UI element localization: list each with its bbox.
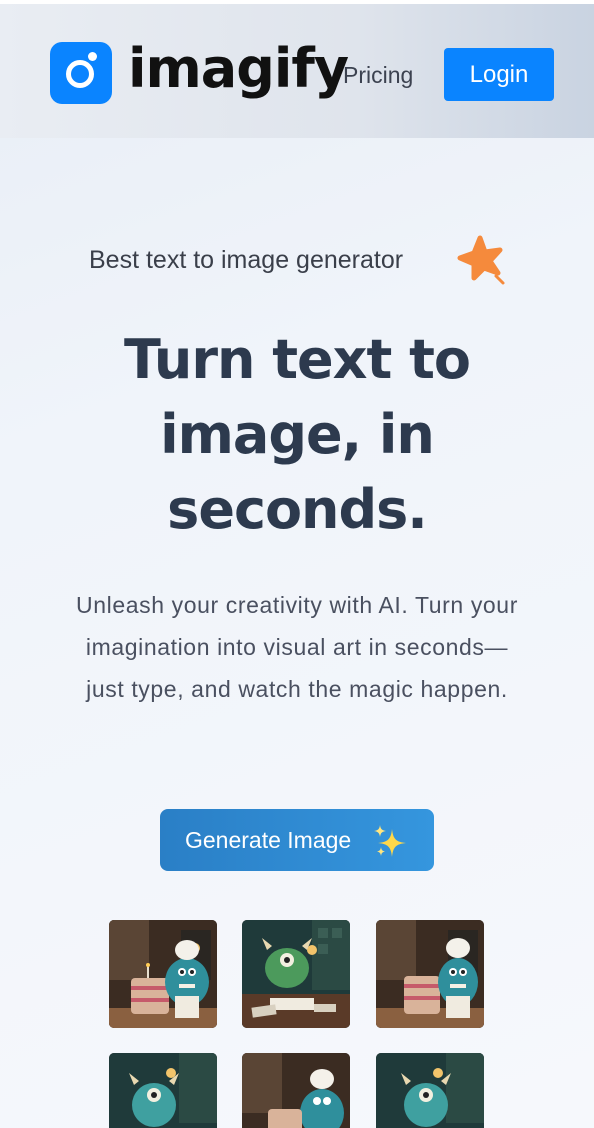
- pricing-link[interactable]: Pricing: [343, 60, 413, 90]
- hero-title: Turn text to image, in seconds.: [0, 322, 594, 547]
- star-icon: [457, 235, 505, 285]
- logo-icon[interactable]: [50, 42, 112, 104]
- top-navbar: imagify Pricing Login: [0, 0, 594, 138]
- gallery-image[interactable]: [242, 920, 350, 1028]
- gallery-image[interactable]: [109, 1053, 217, 1128]
- gallery-image[interactable]: [376, 1053, 484, 1128]
- subtitle-line: just type, and watch the magic happen.: [86, 676, 508, 702]
- gallery-image[interactable]: [242, 1053, 350, 1128]
- generate-image-label: Generate Image: [185, 826, 352, 853]
- sparkle-icon: [374, 825, 406, 857]
- brand-name[interactable]: imagify: [128, 36, 349, 102]
- tagline: Best text to image generator: [89, 246, 404, 274]
- login-button[interactable]: Login: [444, 48, 554, 101]
- hero-title-line: seconds.: [167, 478, 428, 541]
- gallery-image[interactable]: [109, 920, 217, 1028]
- subtitle-line: imagination into visual art in seconds—: [85, 634, 509, 660]
- hero-title-line: Turn text to: [123, 328, 471, 391]
- subtitle-line: Unleash your creativity with AI. Turn yo…: [76, 592, 518, 618]
- hero-subtitle: Unleash your creativity with AI. Turn yo…: [30, 584, 564, 710]
- gallery-image[interactable]: [376, 920, 484, 1028]
- hero-title-line: image, in: [160, 403, 435, 466]
